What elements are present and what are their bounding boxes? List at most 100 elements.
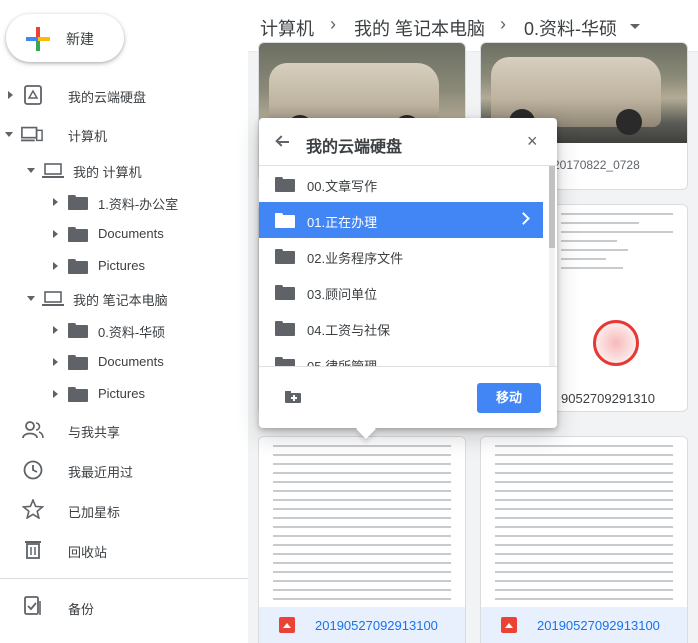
sidebar-item-backup[interactable]: 备份	[0, 591, 248, 623]
expand-arrow-icon[interactable]	[53, 326, 58, 334]
close-icon[interactable]: ×	[527, 132, 538, 150]
sidebar-item-label: 我的云端硬盘	[68, 90, 147, 105]
sidebar-item-label: 1.资料-办公室	[98, 197, 179, 212]
folder-label: 04.工资与社保	[307, 323, 391, 338]
star-icon	[22, 499, 44, 519]
sidebar-item-my-drive[interactable]: 我的云端硬盘	[0, 79, 248, 111]
file-name: 20190527092913100	[315, 618, 438, 633]
sidebar-item-shared[interactable]: 与我共享	[0, 414, 248, 446]
pdf-icon	[279, 617, 295, 633]
sidebar-item-label: 计算机	[68, 129, 108, 144]
laptop-icon	[42, 291, 64, 306]
folder-icon	[68, 355, 88, 370]
new-folder-icon[interactable]	[285, 391, 301, 403]
sidebar-item-folder[interactable]: 1.资料-办公室	[0, 186, 248, 218]
breadcrumb-current[interactable]: 0.资料-华硕	[524, 15, 617, 41]
computers-icon	[21, 126, 43, 142]
file-footer: 20190527092913100	[481, 607, 687, 643]
expand-arrow-icon[interactable]	[53, 358, 58, 366]
folder-icon	[275, 249, 295, 264]
expand-arrow-icon[interactable]	[8, 91, 13, 99]
file-thumbnail	[481, 437, 687, 609]
folder-icon	[275, 213, 295, 228]
sidebar-item-recent[interactable]: 我最近用过	[0, 454, 248, 486]
clock-icon	[23, 460, 43, 480]
sidebar-item-label: Pictures	[98, 386, 145, 401]
new-button[interactable]: 新建	[6, 14, 124, 62]
file-name: 20190527092913100	[537, 618, 660, 633]
expand-arrow-icon[interactable]	[53, 390, 58, 398]
back-arrow-icon[interactable]	[275, 134, 291, 150]
sidebar-item-label: 与我共享	[68, 425, 121, 440]
move-dialog-header: 我的云端硬盘 ×	[259, 118, 557, 166]
sidebar-item-label: 回收站	[68, 545, 108, 560]
sidebar-item-label: 0.资料-华硕	[98, 325, 166, 340]
folder-label: 01.正在办理	[307, 215, 378, 230]
plus-icon	[26, 27, 50, 51]
sidebar-divider	[0, 578, 248, 579]
new-button-label: 新建	[66, 31, 94, 47]
sidebar-item-my-laptop[interactable]: 我的 笔记本电脑	[0, 282, 248, 314]
folder-icon	[275, 357, 295, 366]
sidebar-item-label: Documents	[98, 354, 164, 369]
expand-arrow-icon[interactable]	[53, 262, 58, 270]
sidebar-item-folder[interactable]: Documents	[0, 346, 248, 378]
sidebar-item-folder[interactable]: 0.资料-华硕	[0, 314, 248, 346]
folder-list-item[interactable]: 04.工资与社保	[259, 310, 543, 346]
pdf-icon	[501, 617, 517, 633]
file-name: 9052709291310	[561, 391, 655, 406]
sidebar-item-label: Documents	[98, 226, 164, 241]
folder-list-item[interactable]: 02.业务程序文件	[259, 238, 543, 274]
sidebar-item-trash[interactable]: 回收站	[0, 534, 248, 566]
sidebar-item-label: 已加星标	[68, 505, 121, 520]
expand-arrow-icon[interactable]	[53, 198, 58, 206]
expand-arrow-icon[interactable]	[53, 230, 58, 238]
drive-icon	[24, 85, 42, 105]
file-card[interactable]: 20190527092913100	[258, 436, 466, 643]
folder-label: 05.律所管理	[307, 356, 377, 366]
folder-label: 00.文章写作	[307, 179, 378, 194]
folder-list-item[interactable]: 00.文章写作	[259, 166, 543, 202]
file-thumbnail	[259, 437, 465, 609]
sidebar-item-label: 备份	[68, 602, 95, 617]
sidebar-item-label: 我的 计算机	[73, 165, 142, 180]
sidebar-item-label: 我的 笔记本电脑	[73, 293, 168, 308]
sidebar-item-my-computer[interactable]: 我的 计算机	[0, 154, 248, 186]
folder-icon	[68, 259, 88, 274]
chevron-right-icon[interactable]	[517, 212, 530, 225]
sidebar-item-starred[interactable]: 已加星标	[0, 494, 248, 526]
sidebar-item-folder[interactable]: Pictures	[0, 250, 248, 282]
collapse-arrow-icon[interactable]	[27, 296, 35, 301]
folder-list-item-selected[interactable]: 01.正在办理	[259, 202, 543, 238]
move-button[interactable]: 移动	[477, 383, 541, 413]
sidebar-item-folder[interactable]: Documents	[0, 218, 248, 250]
collapse-arrow-icon[interactable]	[27, 168, 35, 173]
folder-list-item[interactable]: 05.律所管理	[259, 346, 543, 366]
breadcrumb-item[interactable]: 计算机	[260, 15, 314, 41]
breadcrumb-separator: ›	[500, 14, 506, 34]
sidebar-item-label: Pictures	[98, 258, 145, 273]
file-card[interactable]: 20190527092913100	[480, 436, 688, 643]
people-icon	[22, 421, 44, 439]
move-dialog-footer: 移动	[259, 366, 557, 428]
scrollbar-thumb[interactable]	[549, 166, 555, 248]
folder-icon	[275, 285, 295, 300]
sidebar-item-computers[interactable]: 计算机	[0, 118, 248, 150]
folder-list-item[interactable]: 03.顾问单位	[259, 274, 543, 310]
breadcrumb-item[interactable]: 我的 笔记本电脑	[354, 15, 485, 41]
folder-icon	[68, 323, 88, 338]
move-dialog-title: 我的云端硬盘	[306, 139, 403, 156]
folder-icon	[68, 227, 88, 242]
folder-list: 00.文章写作 01.正在办理 02.业务程序文件 03.顾问单位 04.工资与…	[259, 166, 549, 366]
folder-label: 02.业务程序文件	[307, 251, 404, 266]
folder-list-scrollbar[interactable]	[549, 166, 555, 366]
folder-icon	[275, 321, 295, 336]
folder-icon	[275, 177, 295, 192]
folder-label: 03.顾问单位	[307, 287, 378, 302]
move-dialog: 我的云端硬盘 × 00.文章写作 01.正在办理 02.业务程序文件 03.顾问…	[259, 118, 557, 428]
sidebar-item-folder[interactable]: Pictures	[0, 378, 248, 410]
folder-icon	[68, 195, 88, 210]
collapse-arrow-icon[interactable]	[5, 132, 13, 137]
chevron-down-icon[interactable]	[630, 24, 640, 29]
sidebar-item-label: 我最近用过	[68, 465, 134, 480]
